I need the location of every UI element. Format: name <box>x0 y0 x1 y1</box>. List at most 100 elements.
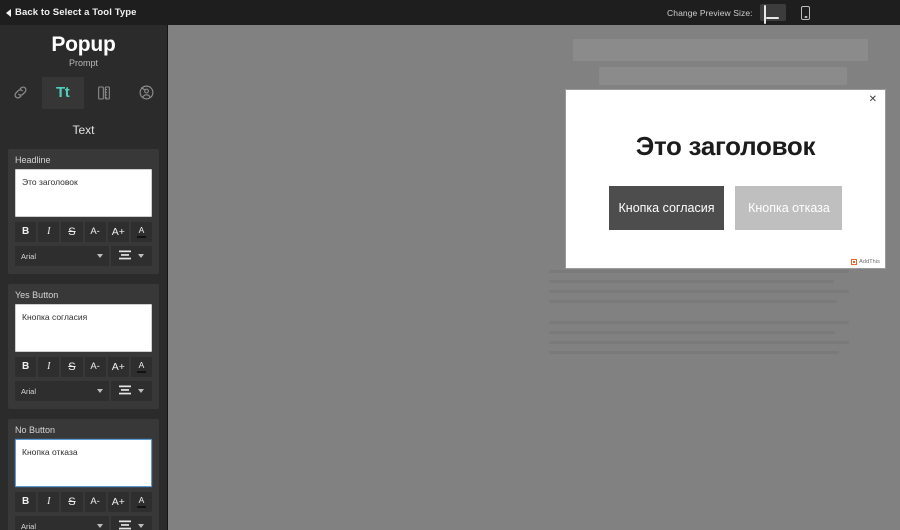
popup-no-button[interactable]: Кнопка отказа <box>735 186 843 230</box>
user-target-icon <box>138 84 155 101</box>
yes-button-bold-button[interactable]: B <box>15 357 37 377</box>
no-button-increase-font-button[interactable]: A+ <box>107 492 129 512</box>
headline-font-value: Arial <box>21 251 37 261</box>
section-label-yes-button: Yes Button <box>15 290 59 300</box>
back-to-tool-type-link[interactable]: Back to Select a Tool Type <box>6 7 137 18</box>
yes-button-italic-button[interactable]: I <box>38 357 60 377</box>
page-skeleton-block <box>573 39 868 61</box>
headline-strikethrough-button[interactable]: S <box>61 222 83 242</box>
popup-button-row: Кнопка согласия Кнопка отказа <box>566 186 885 230</box>
yes-button-font-row: Arial <box>15 381 152 401</box>
yes-button-increase-font-button[interactable]: A+ <box>107 357 129 377</box>
headline-italic-button[interactable]: I <box>38 222 60 242</box>
no-button-font-row: Arial <box>15 516 152 530</box>
headline-font-select[interactable]: Arial <box>15 246 109 266</box>
align-center-icon <box>118 517 131 530</box>
page-skeleton-block <box>599 67 847 85</box>
text-tt-icon: Tt <box>56 84 70 101</box>
page-skeleton-line <box>549 321 849 324</box>
page-skeleton-line <box>549 280 834 283</box>
brand-title: Popup <box>51 33 116 56</box>
brand-block: Popup Prompt <box>0 25 167 70</box>
page-skeleton-line <box>549 270 849 273</box>
page-skeleton-line <box>549 300 837 303</box>
headline-textarea[interactable] <box>15 169 152 217</box>
no-button-decrease-font-button[interactable]: A- <box>84 492 106 512</box>
headline-increase-font-button[interactable]: A+ <box>107 222 129 242</box>
monitor-icon <box>764 5 781 24</box>
font-color-swatch <box>136 370 146 373</box>
phone-icon <box>801 5 811 20</box>
preview-stage: ✕ Это заголовок Кнопка согласия Кнопка о… <box>169 25 900 530</box>
addthis-branding[interactable]: AddThis <box>851 259 880 265</box>
section-label-headline: Headline <box>15 155 51 165</box>
headline-font-row: Arial <box>15 246 152 266</box>
tab-link[interactable] <box>0 77 42 109</box>
yes-button-textarea[interactable] <box>15 304 152 352</box>
font-color-swatch <box>136 235 146 238</box>
no-button-textarea[interactable] <box>15 439 152 487</box>
no-button-font-select[interactable]: Arial <box>15 516 109 530</box>
sidebar: Popup Prompt Tt Text Headline Это заголо… <box>0 25 168 530</box>
addthis-label: AddThis <box>859 259 880 265</box>
font-color-letter: A <box>138 495 145 506</box>
preview-mobile-button[interactable] <box>793 4 819 21</box>
chevron-down-icon <box>97 389 103 393</box>
no-button-bold-button[interactable]: B <box>15 492 37 512</box>
link-icon <box>12 84 29 101</box>
yes-button-format-toolbar: B I S A- A+ A <box>15 357 153 377</box>
headline-decrease-font-button[interactable]: A- <box>84 222 106 242</box>
preview-size-control: Change Preview Size: <box>667 0 819 25</box>
font-color-swatch <box>136 505 146 508</box>
section-no-button: No Button B I S A- A+ A Arial <box>8 419 159 530</box>
font-color-letter: A <box>138 360 145 371</box>
no-button-font-color-button[interactable]: A <box>130 492 153 512</box>
chevron-down-icon <box>138 254 145 258</box>
no-button-format-toolbar: B I S A- A+ A <box>15 492 153 512</box>
chevron-down-icon <box>97 524 103 528</box>
headline-align-select[interactable] <box>111 246 152 266</box>
yes-button-font-color-button[interactable]: A <box>130 357 153 377</box>
yes-button-strikethrough-button[interactable]: S <box>61 357 83 377</box>
tab-text[interactable]: Tt <box>41 77 84 109</box>
popup-yes-button[interactable]: Кнопка согласия <box>608 186 725 230</box>
align-center-icon <box>118 247 131 265</box>
tab-design[interactable] <box>84 77 126 109</box>
section-yes-button: Yes Button B I S A- A+ A Arial <box>8 284 159 409</box>
yes-button-font-value: Arial <box>21 386 37 396</box>
chevron-down-icon <box>138 524 145 528</box>
top-bar: Back to Select a Tool Type Change Previe… <box>0 0 900 25</box>
yes-button-font-select[interactable]: Arial <box>15 381 109 401</box>
font-color-letter: A <box>138 225 145 236</box>
preview-size-label: Change Preview Size: <box>667 7 753 18</box>
no-button-italic-button[interactable]: I <box>38 492 60 512</box>
section-label-no-button: No Button <box>15 425 56 435</box>
app-root: Back to Select a Tool Type Change Previe… <box>0 0 900 530</box>
brand-subtitle: Prompt <box>68 58 98 68</box>
align-center-icon <box>118 382 131 400</box>
section-headline: Headline B I S A- A+ A Arial <box>8 149 159 274</box>
preview-desktop-button[interactable] <box>759 4 786 24</box>
chevron-down-icon <box>138 389 145 393</box>
ruler-icon <box>96 85 112 101</box>
headline-format-toolbar: B I S A- A+ A <box>15 222 153 242</box>
no-button-strikethrough-button[interactable]: S <box>61 492 83 512</box>
addthis-icon <box>851 259 858 265</box>
back-link-label: Back to Select a Tool Type <box>15 7 137 18</box>
headline-bold-button[interactable]: B <box>15 222 37 242</box>
chevron-down-icon <box>97 254 103 258</box>
page-skeleton-line <box>549 341 849 344</box>
yes-button-decrease-font-button[interactable]: A- <box>84 357 106 377</box>
panel-title: Text <box>72 123 95 137</box>
page-skeleton-line <box>549 290 849 293</box>
yes-button-align-select[interactable] <box>111 381 152 401</box>
tab-audience[interactable] <box>125 77 167 109</box>
caret-left-icon <box>6 8 11 17</box>
popup-headline: Это заголовок <box>635 131 816 161</box>
no-button-align-select[interactable] <box>111 516 152 530</box>
close-x-icon[interactable]: ✕ <box>869 95 877 105</box>
sidebar-tabbar: Tt <box>0 77 167 109</box>
popup-dialog: ✕ Это заголовок Кнопка согласия Кнопка о… <box>565 89 886 269</box>
headline-font-color-button[interactable]: A <box>130 222 153 242</box>
no-button-font-value: Arial <box>21 521 37 530</box>
